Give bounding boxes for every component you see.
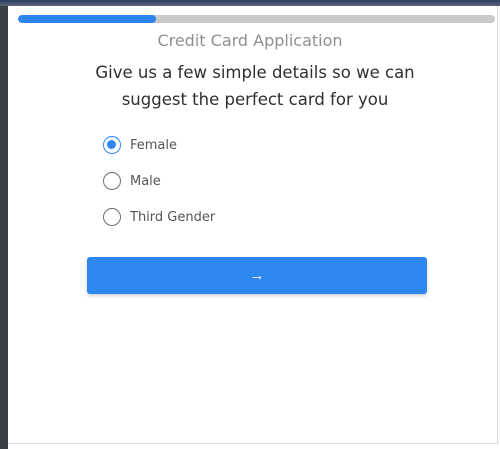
radio-button-male[interactable] (103, 172, 121, 190)
form-subtitle: Give us a few simple details so we can s… (95, 63, 415, 109)
progress-bar (18, 15, 495, 23)
arrow-right-icon: → (249, 267, 265, 284)
window-left-edge (0, 0, 8, 449)
radio-button-female[interactable] (103, 136, 121, 154)
radio-option-male[interactable]: Male (103, 169, 215, 193)
radio-button-third-gender[interactable] (103, 208, 121, 226)
radio-label-third-gender: Third Gender (130, 209, 216, 225)
radio-option-third-gender[interactable]: Third Gender (103, 205, 215, 229)
progress-fill (18, 15, 157, 23)
next-button[interactable]: → (87, 257, 427, 294)
radio-label-female: Female (130, 137, 178, 153)
gender-radio-group: Female Male Third Gender (103, 133, 215, 241)
radio-label-male: Male (130, 173, 161, 189)
radio-option-female[interactable]: Female (103, 133, 215, 157)
form-title: Credit Card Application (157, 31, 343, 50)
